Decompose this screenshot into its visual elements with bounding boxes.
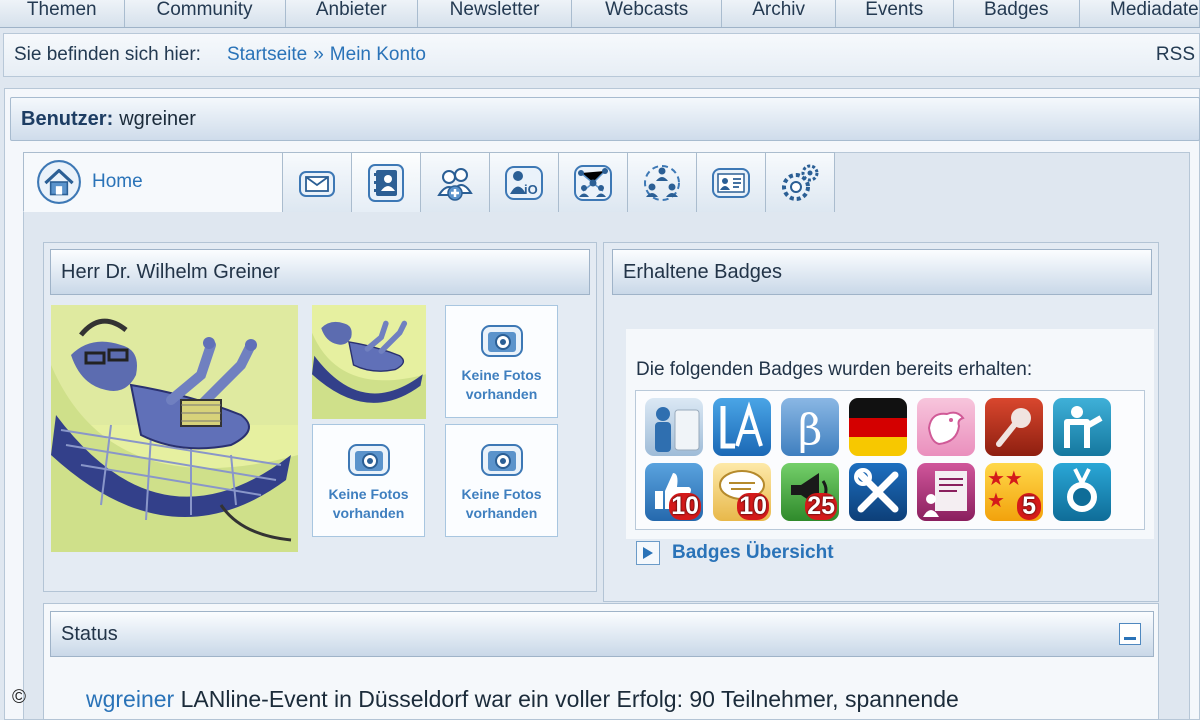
- groups-icon: [644, 164, 680, 201]
- nav-item-archiv[interactable]: Archiv: [722, 0, 836, 27]
- svg-text:iO: iO: [524, 182, 538, 197]
- no-photo-slot: Keine Fotos vorhanden: [445, 424, 558, 537]
- nav-item-badges[interactable]: Badges: [954, 0, 1081, 27]
- status-title-text: Status: [61, 622, 118, 645]
- profile-person-badge[interactable]: [645, 398, 703, 456]
- breadcrumb-link-mein-konto[interactable]: Mein Konto: [330, 44, 426, 66]
- status-message: wgreiner LANline-Event in Düsseldorf war…: [86, 686, 959, 713]
- microphone-badge[interactable]: [985, 398, 1043, 456]
- badges-intro: Die folgenden Badges wurden bereits erha…: [636, 359, 1033, 380]
- badge-count: 25: [805, 492, 837, 520]
- presenter-badge[interactable]: [1053, 398, 1111, 456]
- tab-settings[interactable]: [765, 152, 835, 212]
- account-tabs: Home iO: [23, 152, 835, 212]
- profile-panel: Herr Dr. Wilhelm Greiner Keine Fotos vor…: [43, 242, 597, 592]
- user-info-icon: iO: [505, 165, 543, 200]
- badges-title: Erhaltene Badges: [612, 249, 1152, 295]
- user-name: wgreiner: [119, 107, 196, 130]
- badge-grid: β 10 10 25 ★★ ★ 5: [635, 390, 1145, 530]
- nav-item-anbieter[interactable]: Anbieter: [286, 0, 418, 27]
- svg-text:★: ★: [987, 488, 1005, 512]
- thumbs-up-badge[interactable]: 10: [645, 463, 703, 521]
- profile-photo[interactable]: [51, 305, 298, 552]
- nav-item-webcasts[interactable]: Webcasts: [572, 0, 723, 27]
- no-photo-slot: Keine Fotos vorhanden: [312, 424, 425, 537]
- breadcrumb-link-startseite[interactable]: Startseite: [227, 44, 307, 66]
- badges-overview-link[interactable]: Badges Übersicht: [636, 541, 834, 565]
- breadcrumb: Sie befinden sich hier: Startseite » Mei…: [3, 33, 1200, 77]
- breadcrumb-separator: »: [313, 44, 324, 65]
- user-header: Benutzer: wgreiner: [10, 97, 1200, 141]
- camera-icon: [480, 324, 523, 357]
- rss-link[interactable]: RSS: [1156, 44, 1195, 66]
- status-user-link[interactable]: wgreiner: [86, 686, 174, 712]
- svg-text:β: β: [798, 405, 822, 454]
- no-photo-slot: Keine Fotos vorhanden: [445, 305, 558, 418]
- address-book-icon: [368, 163, 404, 202]
- tab-groups[interactable]: [627, 152, 697, 212]
- copyright-icon: ©: [12, 687, 26, 708]
- nav-item-themen[interactable]: Themen: [0, 0, 125, 27]
- status-panel: Status wgreiner LANline-Event in Düsseld…: [43, 603, 1159, 720]
- no-photo-text: Keine Fotos vorhanden: [461, 485, 542, 521]
- breadcrumb-prefix: Sie befinden sich hier:: [14, 44, 201, 65]
- svg-text:★★: ★★: [987, 466, 1023, 490]
- profile-name: Herr Dr. Wilhelm Greiner: [50, 249, 590, 295]
- tab-messages[interactable]: [282, 152, 352, 212]
- nav-item-events[interactable]: Events: [836, 0, 954, 27]
- medal-badge[interactable]: [1053, 463, 1111, 521]
- tab-add-friends[interactable]: [420, 152, 490, 212]
- settings-icon: [782, 164, 819, 201]
- home-icon: [37, 160, 81, 204]
- article-badge[interactable]: [917, 463, 975, 521]
- badges-overview-label: Badges Übersicht: [672, 542, 834, 563]
- play-icon: [636, 541, 660, 565]
- status-title: Status: [50, 611, 1154, 657]
- badges-panel: Erhaltene Badges Die folgenden Badges wu…: [603, 242, 1159, 602]
- network-icon: [574, 164, 612, 201]
- camera-icon: [480, 443, 523, 476]
- german-flag-badge[interactable]: [849, 398, 907, 456]
- megaphone-badge[interactable]: 25: [781, 463, 839, 521]
- nav-item-newsletter[interactable]: Newsletter: [418, 0, 573, 27]
- hammock-thumbnail: [312, 305, 426, 419]
- business-card-icon: [712, 167, 750, 198]
- badge-count: 10: [737, 492, 769, 520]
- badges-box: Die folgenden Badges wurden bereits erha…: [626, 329, 1154, 539]
- tab-home[interactable]: Home: [23, 152, 283, 212]
- beta-badge[interactable]: β: [781, 398, 839, 456]
- no-photo-text: Keine Fotos vorhanden: [328, 485, 409, 521]
- nav-item-community[interactable]: Community: [125, 0, 286, 27]
- nav-item-mediadaten[interactable]: Mediadaten: [1080, 0, 1200, 27]
- tab-user-info[interactable]: iO: [489, 152, 559, 212]
- top-navigation: Themen Community Anbieter Newsletter Web…: [0, 0, 1200, 28]
- badge-count: 10: [669, 492, 701, 520]
- tab-contacts[interactable]: [351, 152, 421, 212]
- tab-network[interactable]: [558, 152, 628, 212]
- mail-icon: [299, 170, 335, 197]
- la-logo-badge[interactable]: [713, 398, 771, 456]
- tools-badge[interactable]: [849, 463, 907, 521]
- user-label: Benutzer:: [21, 107, 114, 130]
- tab-home-label: Home: [92, 171, 143, 192]
- stars-badge[interactable]: ★★ ★ 5: [985, 463, 1043, 521]
- status-text: LANline-Event in Düsseldorf war ein voll…: [180, 686, 959, 712]
- badge-count: 5: [1017, 493, 1041, 520]
- minimize-button[interactable]: [1119, 623, 1141, 645]
- hammock-illustration: [51, 305, 298, 552]
- camera-icon: [347, 443, 390, 476]
- add-friends-icon: [437, 167, 473, 201]
- tab-business-card[interactable]: [696, 152, 766, 212]
- no-photo-text: Keine Fotos vorhanden: [461, 366, 542, 402]
- profile-photo-thumbnail[interactable]: [312, 305, 426, 419]
- twitter-bird-badge[interactable]: [917, 398, 975, 456]
- comment-badge[interactable]: 10: [713, 463, 771, 521]
